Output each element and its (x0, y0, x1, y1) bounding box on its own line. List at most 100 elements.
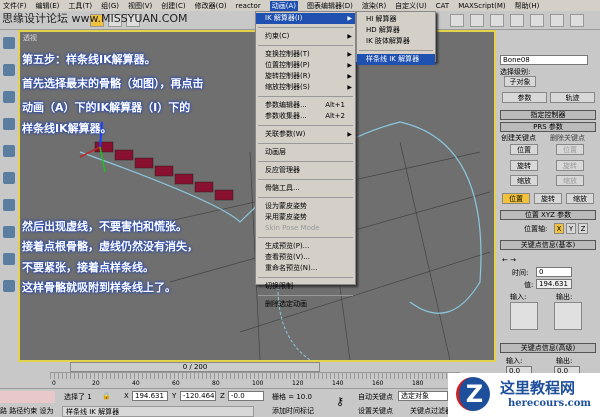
menu-11[interactable]: 自定义(U) (395, 1, 427, 11)
layer-icon[interactable] (490, 14, 504, 27)
menu-item-scale-controllers[interactable]: 缩放控制器(S) ▶ (256, 82, 355, 93)
submenu-spline-ik-solver[interactable]: 样条线 IK 解算器 (357, 54, 435, 65)
material-editor-icon[interactable] (550, 14, 564, 27)
menu-0[interactable]: 文件(F) (3, 1, 27, 11)
key-selection-dropdown[interactable]: 选定对象 (398, 391, 448, 401)
timeline-tick: 20 (92, 380, 100, 387)
lock-icon[interactable]: 🔒 (102, 392, 111, 400)
menu-14[interactable]: 帮助(H) (515, 1, 540, 11)
out-tangent-button[interactable] (554, 302, 582, 330)
in-tangent-button[interactable] (510, 302, 538, 330)
menu-item-assume-skin-pose[interactable]: 采用蒙皮姿势 (256, 212, 355, 223)
menu-item-animation-layers[interactable]: 动画层 (256, 147, 355, 158)
menu-1[interactable]: 编辑(E) (36, 1, 60, 11)
tool-icon[interactable] (3, 199, 15, 211)
rollout-assign-controller[interactable]: 指定控制器 (500, 110, 596, 120)
prev-next-key-arrows[interactable]: ← → (502, 256, 516, 264)
delete-rot-key[interactable]: 旋转 (556, 160, 584, 171)
set-key-button[interactable]: 设置关键点 (358, 406, 393, 416)
bone-chain (94, 141, 234, 201)
align-icon[interactable] (470, 14, 484, 27)
menu-item-transform-controllers[interactable]: 变换控制器(T) ▶ (256, 49, 355, 60)
tool-icon[interactable] (3, 118, 15, 130)
tool-icon[interactable] (3, 280, 15, 292)
z-field[interactable]: -0.0 (228, 391, 264, 401)
menu-item-rename-preview[interactable]: 重命名预览(N)... (256, 263, 355, 274)
tab-params[interactable]: 参数 (502, 92, 547, 103)
site-logo: Z 这里教程网 herecours.com (448, 373, 600, 417)
x-field[interactable]: 194.631 (132, 391, 168, 401)
axis-y[interactable]: Y (566, 223, 576, 234)
menu-6[interactable]: 修改器(O) (195, 1, 227, 11)
time-slider[interactable]: 0 / 200 (70, 362, 320, 372)
timeline-tick: 140 (332, 380, 344, 387)
submenu-hd-solver[interactable]: HD 解算器 (357, 25, 435, 36)
menu-8[interactable]: 动画(A) (269, 0, 298, 11)
tool-icon[interactable] (3, 91, 15, 103)
menu-item-parameter-editor[interactable]: 参数编辑器... Alt+1 (256, 100, 355, 111)
key-filters-button[interactable]: 关键点过滤器 (410, 406, 452, 416)
menu-item-make-preview[interactable]: 生成预览(P)... (256, 241, 355, 252)
menu-13[interactable]: MAXScript(M) (458, 2, 505, 10)
value-field[interactable]: 194.631 (536, 279, 572, 289)
sub-object-button[interactable]: 子对象 (504, 76, 536, 87)
delete-scale-key[interactable]: 缩放 (556, 175, 584, 186)
menu-item-toggle-limits[interactable]: 切换限制 (256, 281, 355, 292)
rollout-prs-params[interactable]: PRS 参数 (500, 122, 596, 132)
menu-2[interactable]: 工具(T) (68, 1, 92, 11)
grid-size: 栅格 = 10.0 (272, 393, 312, 401)
tool-icon[interactable] (3, 145, 15, 157)
tab-track[interactable]: 轨迹 (550, 92, 595, 103)
menu-item-set-skin-pose[interactable]: 设为蒙皮姿势 (256, 201, 355, 212)
menu-7[interactable]: reactor (236, 2, 261, 10)
tool-icon[interactable] (3, 64, 15, 76)
menu-item-bone-tools[interactable]: 骨骼工具... (256, 183, 355, 194)
menu-item-rotation-controllers[interactable]: 旋转控制器(R) ▶ (256, 71, 355, 82)
menu-item-constraints[interactable]: 约束(C) ▶ (256, 31, 355, 42)
tool-icon[interactable] (3, 253, 15, 265)
render-icon[interactable] (570, 14, 584, 27)
submenu-ik-limb-solver[interactable]: IK 肢体解算器 (357, 36, 435, 47)
add-time-tag[interactable]: 添加时间标记 (272, 406, 314, 416)
maxscript-listener[interactable] (0, 391, 55, 403)
tool-icon[interactable] (3, 172, 15, 184)
menu-item-ik-solvers[interactable]: IK 解算器(I) ▶ (256, 13, 355, 24)
menu-3[interactable]: 组(G) (101, 1, 119, 11)
rollout-key-info-basic[interactable]: 关键点信息(基本) (500, 240, 596, 250)
mirror-icon[interactable] (450, 14, 464, 27)
menu-10[interactable]: 渲染(R) (362, 1, 386, 11)
rollout-pos-xyz[interactable]: 位置 XYZ 参数 (500, 210, 596, 220)
y-field[interactable]: -120.464 (180, 391, 216, 401)
track-bar[interactable]: 0 20 40 60 80 100 120 140 160 180 (50, 372, 460, 389)
axis-z[interactable]: Z (578, 223, 588, 234)
pos-toggle[interactable]: 位置 (502, 193, 530, 204)
create-key-label: 创建关键点 (501, 134, 536, 142)
scale-toggle[interactable]: 缩放 (566, 193, 594, 204)
menu-item-view-preview[interactable]: 查看预览(V)... (256, 252, 355, 263)
curve-editor-icon[interactable] (510, 14, 524, 27)
tool-icon[interactable] (3, 226, 15, 238)
menu-item-parameter-collector[interactable]: 参数收集器... Alt+2 (256, 111, 355, 122)
menu-item-wire-parameters[interactable]: 关联参数(W) ▶ (256, 129, 355, 140)
tool-icon[interactable] (3, 37, 15, 49)
rollout-key-info-adv[interactable]: 关键点信息(高级) (500, 343, 596, 353)
time-field[interactable]: 0 (536, 267, 572, 277)
create-rot-key[interactable]: 旋转 (510, 160, 538, 171)
object-name-field[interactable]: Bone08 (500, 55, 588, 65)
submenu-hi-solver[interactable]: HI 解算器 (357, 14, 435, 25)
menu-item-delete-selected-animation[interactable]: 删除选定动画 (256, 299, 355, 310)
menu-9[interactable]: 图表编辑器(D) (307, 1, 353, 11)
menu-5[interactable]: 创建(C) (161, 1, 185, 11)
menu-item-reaction-manager[interactable]: 反应管理器 (256, 165, 355, 176)
create-scale-key[interactable]: 缩放 (510, 175, 538, 186)
rot-toggle[interactable]: 旋转 (534, 193, 562, 204)
menu-4[interactable]: 视图(V) (128, 1, 152, 11)
schematic-icon[interactable] (530, 14, 544, 27)
menu-item-position-controllers[interactable]: 位置控制器(P) ▶ (256, 60, 355, 71)
axis-x[interactable]: X (554, 223, 564, 234)
create-pos-key[interactable]: 位置 (510, 144, 538, 155)
menu-12[interactable]: CAT (436, 2, 449, 10)
delete-pos-key[interactable]: 位置 (556, 144, 584, 155)
key-icon[interactable]: ⚷ (336, 395, 344, 408)
auto-key-button[interactable]: 自动关键点 (358, 392, 393, 402)
